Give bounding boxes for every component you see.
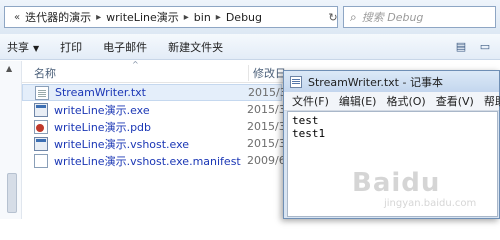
file-name: writeLine演示.vshost.exe.manifest: [54, 154, 241, 168]
text-line: test1: [292, 127, 326, 140]
notepad-title: StreamWriter.txt - 记事本: [308, 75, 443, 89]
menu-format[interactable]: 格式(O): [386, 93, 425, 109]
watermark-text: Baidu: [352, 168, 441, 198]
file-name: writeLine演示.vshost.exe: [54, 137, 190, 151]
file-list: StreamWriter.txt 2015/3 writeLine演示.exe …: [22, 84, 287, 169]
file-row[interactable]: writeLine演示.exe 2015/3: [22, 101, 286, 118]
watermark-subtext: jingyan.baidu.com: [384, 198, 477, 209]
scroll-up-icon[interactable]: ▲: [6, 64, 12, 73]
search-input[interactable]: [361, 10, 482, 24]
text-file-icon: [35, 85, 49, 100]
print-button[interactable]: 打印: [53, 39, 96, 55]
text-line: test: [292, 114, 319, 127]
file-date: 2015/3: [247, 137, 286, 150]
sort-ascending-icon: ^: [132, 60, 139, 69]
refresh-icon[interactable]: ↻: [327, 9, 337, 25]
menu-view[interactable]: 查看(V): [436, 93, 474, 109]
search-box[interactable]: ⌕: [343, 6, 496, 28]
file-row[interactable]: writeLine演示.vshost.exe.manifest 2009/6: [22, 152, 286, 169]
navigation-pane: ▲: [0, 61, 22, 219]
chevron-right-icon[interactable]: ▸: [216, 12, 221, 23]
search-icon: ⌕: [350, 9, 357, 24]
notepad-title-bar[interactable]: StreamWriter.txt - 记事本: [284, 71, 499, 92]
share-menu-button[interactable]: 共享 ▼: [0, 39, 53, 55]
file-row[interactable]: StreamWriter.txt 2015/3: [22, 84, 287, 101]
file-date: 2015/3: [248, 86, 287, 99]
new-folder-button[interactable]: 新建文件夹: [161, 39, 237, 55]
manifest-file-icon: [34, 153, 48, 168]
chevron-down-icon: ▼: [33, 43, 40, 53]
breadcrumb-root-chevron-icon[interactable]: «: [14, 12, 20, 23]
exe-file-icon: [34, 136, 48, 151]
preview-pane-icon[interactable]: ▭: [476, 37, 494, 55]
file-name: writeLine演示.exe: [54, 103, 150, 117]
menu-file[interactable]: 文件(F): [292, 93, 329, 109]
address-bar[interactable]: « 迭代器的演示 ▸ writeLine演示 ▸ bin ▸ Debug ↻: [4, 6, 338, 28]
exe-file-icon: [34, 102, 48, 117]
scrollbar-thumb[interactable]: [7, 173, 17, 213]
breadcrumb-item[interactable]: bin: [194, 11, 211, 24]
breadcrumb-item[interactable]: 迭代器的演示: [25, 9, 91, 25]
menu-edit[interactable]: 编辑(E): [339, 93, 377, 109]
notepad-menu-bar: 文件(F) 编辑(E) 格式(O) 查看(V) 帮助(H): [284, 92, 500, 111]
chevron-right-icon[interactable]: ▸: [96, 12, 101, 23]
breadcrumb-item[interactable]: Debug: [226, 11, 262, 24]
pdb-file-icon: [34, 119, 48, 134]
command-toolbar: 共享 ▼ 打印 电子邮件 新建文件夹 ▤ ▭: [0, 34, 500, 60]
file-row[interactable]: writeLine演示.pdb 2015/3: [22, 118, 286, 135]
menu-help[interactable]: 帮助(H): [484, 93, 500, 109]
baidu-watermark-logo: Baidu jingyan.baidu.com: [352, 168, 492, 212]
column-header-name[interactable]: 名称: [34, 65, 56, 81]
notepad-icon: [290, 75, 302, 88]
share-label: 共享: [7, 40, 29, 54]
file-date: 2015/3: [247, 120, 286, 133]
breadcrumb-item[interactable]: writeLine演示: [106, 9, 179, 25]
file-date: 2009/6: [247, 154, 286, 167]
chevron-right-icon[interactable]: ▸: [184, 12, 189, 23]
file-name: writeLine演示.pdb: [54, 120, 152, 134]
file-row[interactable]: writeLine演示.vshost.exe 2015/3: [22, 135, 286, 152]
file-name: StreamWriter.txt: [55, 86, 146, 99]
address-row: « 迭代器的演示 ▸ writeLine演示 ▸ bin ▸ Debug ↻ ⌕: [0, 0, 500, 34]
column-header-date-modified[interactable]: 修改日: [248, 65, 286, 81]
view-options-icon[interactable]: ▤: [452, 37, 470, 55]
file-date: 2015/3: [247, 103, 286, 116]
email-button[interactable]: 电子邮件: [96, 39, 161, 55]
